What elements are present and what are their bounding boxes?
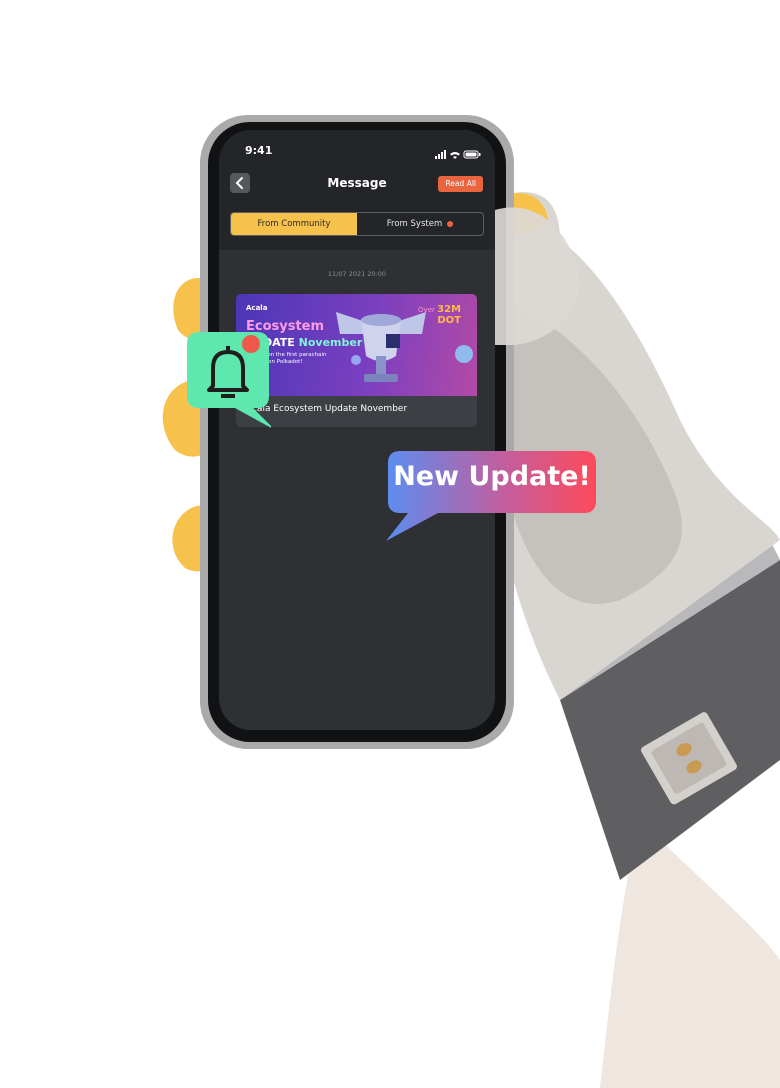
message-card[interactable]: Acala Ecosystem UPDATE November Acala wo… [236,294,477,427]
wifi-icon [450,152,460,159]
banner-month: November [298,336,363,349]
app-screen: 9:41 Message Read All From Community Fro… [219,130,495,730]
message-banner: Acala Ecosystem UPDATE November Acala wo… [236,294,477,396]
status-bar: 9:41 [219,130,495,174]
banner-amount: Over 32M DOT [418,304,461,326]
banner-brand: Acala [246,304,268,312]
new-update-text: New Update! [393,461,591,492]
message-timestamp: 11/07 2021 20:00 [327,270,387,278]
banner-amount-value: 32M [437,304,461,315]
signal-icon [435,150,446,159]
status-icons [435,145,481,164]
unread-dot [447,220,454,227]
tab-from-system[interactable]: From System [357,213,483,235]
message-tabs: From Community From System [230,212,484,236]
tab-from-community[interactable]: From Community [231,213,357,235]
tab-label: From System [386,219,443,229]
tab-label: From Community [257,219,331,229]
new-update-bubble: New Update! [386,449,598,541]
status-time: 9:41 [245,144,273,157]
read-all-button[interactable]: Read All [438,176,483,192]
banner-amount-unit: DOT [437,315,461,326]
notification-bell-bubble [185,330,275,430]
banner-over-label: Over [418,306,435,314]
battery-icon [463,150,481,159]
notification-dot [242,335,260,353]
